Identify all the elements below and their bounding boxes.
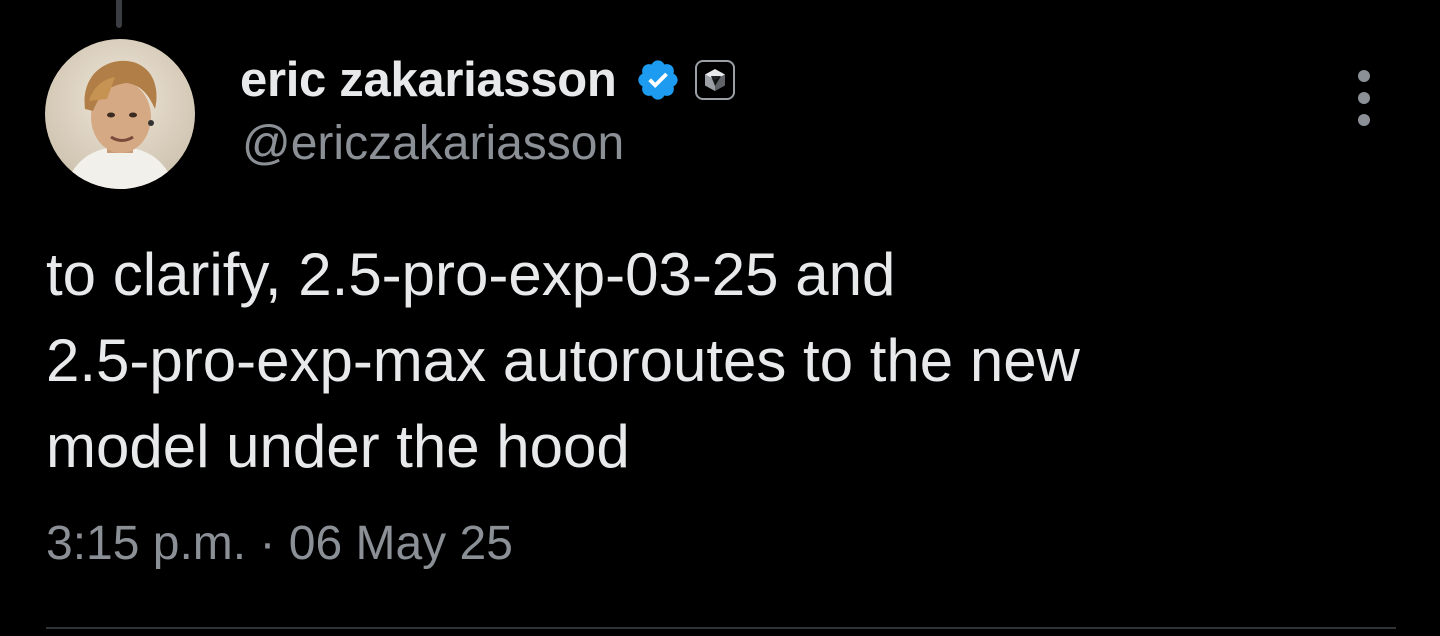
affiliate-cube-icon	[704, 69, 725, 91]
affiliate-badge[interactable]	[694, 60, 735, 100]
avatar-photo-icon	[45, 39, 195, 189]
author-name-row: eric zakariasson	[240, 50, 735, 110]
thread-connector-line	[116, 0, 122, 28]
divider	[46, 627, 1396, 629]
more-options-button[interactable]	[1346, 68, 1382, 128]
more-vertical-icon-dot	[1358, 114, 1370, 126]
avatar[interactable]	[45, 39, 195, 189]
more-vertical-icon	[1358, 70, 1370, 82]
author-display-name[interactable]: eric zakariasson	[240, 52, 617, 108]
tweet-timestamp[interactable]: 3:15 p.m. · 06 May 25	[46, 516, 513, 571]
more-vertical-icon-dot	[1358, 92, 1370, 104]
tweet-text: to clarify, 2.5-pro-exp-03-25 and 2.5-pr…	[46, 241, 1080, 480]
verified-badge-icon[interactable]	[635, 57, 681, 103]
author-handle[interactable]: @ericzakariasson	[242, 116, 624, 171]
